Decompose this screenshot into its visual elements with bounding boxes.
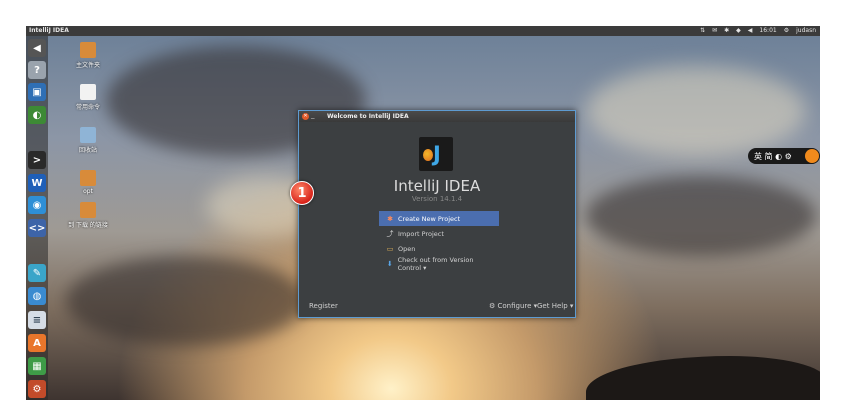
store-icon[interactable]: A — [28, 334, 46, 352]
step-number-badge: 1 — [290, 181, 314, 205]
download-icon: ⬇ — [386, 259, 393, 268]
desktop-icon-commands[interactable]: 常用命令 — [68, 84, 108, 111]
action-label: Check out from Version Control ▾ — [397, 255, 474, 272]
open-button[interactable]: ▭ Open — [379, 241, 499, 256]
gear-icon[interactable]: ⚙ — [784, 27, 789, 34]
folder-icon — [80, 42, 96, 58]
sky-light-decoration — [586, 66, 806, 156]
ubuntu-logo-icon — [805, 149, 819, 163]
version-label: Version 14.1.4 — [411, 195, 463, 203]
desktop-icon-label: 主文件夹 — [75, 62, 100, 69]
logo-letters: J — [433, 142, 441, 166]
import-project-button[interactable]: ⤴ Import Project — [379, 226, 499, 241]
desktop-icon-label: 到 下载 的链接 — [68, 222, 108, 229]
app-green2-icon[interactable]: ▦ — [28, 357, 46, 375]
settings-icon[interactable]: ⚙ — [28, 380, 46, 398]
close-icon[interactable]: ✕ — [302, 113, 309, 120]
folder-icon — [80, 170, 96, 186]
network-icon[interactable]: ⇅ — [700, 27, 705, 34]
app-green-icon[interactable]: ◐ — [28, 106, 46, 124]
panel-user[interactable]: judasn — [796, 27, 816, 34]
minimize-icon[interactable]: _ — [311, 111, 315, 119]
app-blue-icon[interactable]: ◉ — [28, 196, 46, 214]
bluetooth-icon[interactable]: ✱ — [724, 27, 729, 34]
word-icon[interactable]: W — [28, 174, 46, 192]
mail-icon[interactable]: ✉ — [712, 27, 717, 34]
hills-decoration — [586, 356, 820, 400]
wifi-icon[interactable]: ◆ — [736, 27, 741, 34]
desktop-icon-label: opt — [83, 188, 93, 195]
configure-menu[interactable]: ⚙ Configure ▾ — [489, 302, 537, 310]
desktop-icon-label: 回收站 — [78, 147, 97, 154]
desktop-icon-downloads[interactable]: 到 下载 的链接 — [62, 202, 114, 229]
checkout-vcs-button[interactable]: ⬇ Check out from Version Control ▾ — [379, 255, 499, 272]
star-icon: ✱ — [387, 214, 393, 223]
desktop-icon-label: 常用命令 — [75, 104, 100, 111]
top-panel: IntelliJ IDEA ⇅ ✉ ✱ ◆ ◀ 16:01 ⚙ judasn — [26, 26, 820, 36]
back-icon[interactable]: ◀ — [28, 39, 46, 57]
gear-icon: ⚙ — [489, 302, 496, 310]
document-icon[interactable]: ≡ — [28, 311, 46, 329]
folder-icon: ▭ — [386, 244, 394, 253]
text-file-icon — [80, 84, 96, 100]
cloud-decoration — [586, 176, 816, 256]
dialog-title: Welcome to IntelliJ IDEA — [327, 113, 409, 120]
welcome-actions: ✱ Create New Project ⤴ Import Project ▭ … — [379, 211, 499, 272]
dash-icon[interactable]: ? — [28, 61, 46, 79]
desktop-icon-home[interactable]: 主文件夹 — [68, 42, 108, 69]
configure-label: Configure ▾ — [497, 302, 538, 310]
indicator-text: 英 简 ◐ ⚙ — [754, 151, 792, 161]
volume-icon[interactable]: ◀ — [748, 27, 753, 34]
cloud-decoration — [66, 256, 306, 346]
browser-icon[interactable]: ◍ — [28, 287, 46, 305]
create-new-project-button[interactable]: ✱ Create New Project — [379, 211, 499, 226]
panel-clock[interactable]: 16:01 — [759, 27, 776, 34]
dialog-titlebar: ✕ _ Welcome to IntelliJ IDEA — [299, 111, 575, 122]
app-cyan-icon[interactable]: ✎ — [28, 264, 46, 282]
intellij-logo-icon: J — [419, 137, 453, 171]
action-label: Create New Project — [398, 214, 461, 223]
folder-link-icon — [80, 202, 96, 218]
product-name: IntelliJ IDEA — [393, 177, 481, 195]
get-help-menu[interactable]: Get Help ▾ — [537, 302, 573, 310]
import-icon: ⤴ — [386, 229, 394, 238]
welcome-dialog: ✕ _ Welcome to IntelliJ IDEA J IntelliJ … — [298, 110, 576, 318]
register-link[interactable]: Register — [309, 302, 338, 310]
desktop-icon-trash[interactable]: 回收站 — [68, 127, 108, 154]
desktop-icon-opt[interactable]: opt — [68, 170, 108, 195]
trash-icon — [80, 127, 96, 143]
panel-app-title: IntelliJ IDEA — [29, 27, 69, 34]
code-icon[interactable]: <> — [28, 219, 46, 237]
desktop-screen: IntelliJ IDEA ⇅ ✉ ✱ ◆ ◀ 16:01 ⚙ judasn ◀… — [26, 26, 820, 400]
panel-indicators: ⇅ ✉ ✱ ◆ ◀ 16:01 ⚙ judasn — [700, 27, 816, 34]
input-method-indicator[interactable]: 英 简 ◐ ⚙ — [748, 148, 820, 164]
action-label: Open — [398, 244, 416, 253]
action-label: Import Project — [398, 229, 444, 238]
files-icon[interactable]: ▣ — [28, 83, 46, 101]
logo-dot — [423, 149, 433, 161]
launcher-bar: ◀ ? ▣ ◐ > W ◉ <> ✎ ◍ ≡ A ▦ ⚙ — [26, 36, 48, 400]
terminal-icon[interactable]: > — [28, 151, 46, 169]
